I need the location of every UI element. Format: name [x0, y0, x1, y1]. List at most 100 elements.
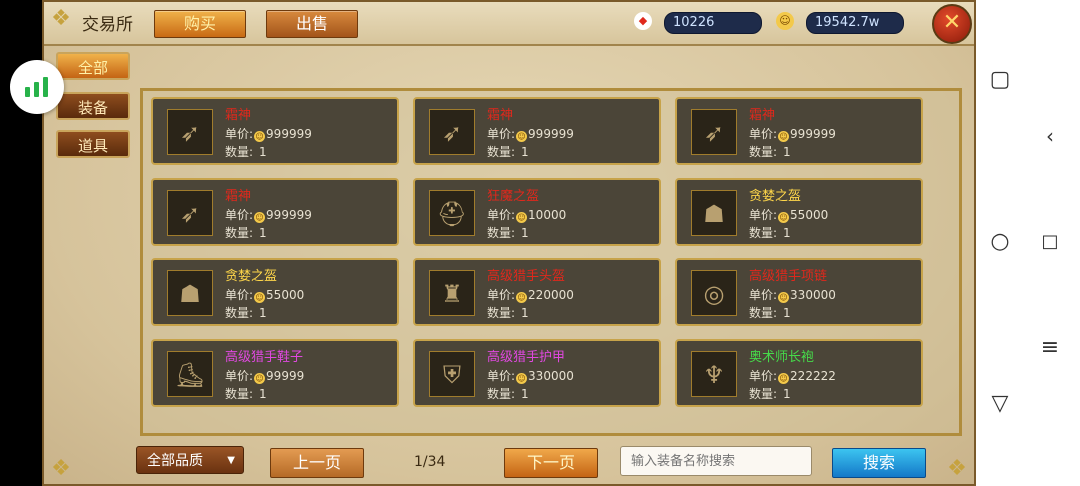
item-price: 单价: ☺ 99999: [225, 367, 304, 384]
quantity-value: 1: [259, 387, 267, 401]
close-icon: ✕: [942, 10, 962, 35]
item-name: 高级猎手项链: [749, 269, 828, 284]
price-label: 单价:: [487, 127, 516, 141]
item-quantity: 数量: 1: [225, 304, 267, 321]
network-signal-widget[interactable]: [10, 60, 64, 114]
price-label: 单价:: [487, 208, 516, 222]
quantity-value: 1: [783, 226, 791, 240]
gold-coin-icon: ☺: [516, 131, 528, 142]
item-quantity: 数量: 1: [749, 224, 791, 241]
category-all[interactable]: 全部: [56, 52, 130, 80]
quantity-label: 数量:: [487, 145, 516, 159]
item-name: 贪婪之盔: [749, 189, 802, 204]
price-value: 55000: [790, 208, 829, 222]
category-items[interactable]: 道具: [56, 130, 130, 158]
price-value: 999999: [266, 208, 312, 222]
quantity-label: 数量:: [749, 306, 778, 320]
helmet-icon: ⛑: [429, 190, 475, 236]
item-price: 单价: ☺ 330000: [749, 286, 836, 303]
item-card[interactable]: ➶ 霜神 单价: ☺ 999999 数量: 1: [151, 97, 399, 165]
item-grid: ➶ 霜神 单价: ☺ 999999 数量: 1 ➶ 霜神 单价: ☺ 999999 数量: 1…: [140, 88, 962, 436]
price-value: 220000: [528, 288, 574, 302]
item-card[interactable]: ⛑ 狂魔之盔 单价: ☺ 10000 数量: 1: [413, 178, 661, 246]
close-button[interactable]: ✕: [932, 4, 972, 44]
item-card[interactable]: ◎ 高级猎手项链 单价: ☺ 330000 数量: 1: [675, 258, 923, 326]
quantity-value: 1: [521, 145, 529, 159]
back-arrow-icon[interactable]: ‹: [1030, 116, 1070, 156]
category-equipment[interactable]: 装备: [56, 92, 130, 120]
price-label: 单价:: [487, 288, 516, 302]
prev-page-button[interactable]: 上一页: [270, 448, 364, 478]
item-card[interactable]: ➶ 霜神 单价: ☺ 999999 数量: 1: [151, 178, 399, 246]
gold-coin-icon: ☺: [254, 292, 266, 303]
quantity-value: 1: [783, 306, 791, 320]
item-name: 狂魔之盔: [487, 189, 540, 204]
horned-helmet-icon: ♜: [429, 270, 475, 316]
quantity-value: 1: [521, 226, 529, 240]
item-name: 贪婪之盔: [225, 269, 278, 284]
item-quantity: 数量: 1: [225, 385, 267, 402]
crossbow-icon: ➶: [691, 109, 737, 155]
ornament-icon: ❖: [51, 6, 71, 31]
quantity-label: 数量:: [225, 306, 254, 320]
ornament-icon: ❖: [51, 456, 71, 481]
price-label: 单价:: [749, 208, 778, 222]
crossbow-icon: ➶: [167, 109, 213, 155]
item-card[interactable]: ♜ 高级猎手头盔 单价: ☺ 220000 数量: 1: [413, 258, 661, 326]
item-quantity: 数量: 1: [487, 143, 529, 160]
item-name: 霜神: [487, 108, 514, 123]
exchange-window: ❖ 交易所 购买 出售 ◆ 10226 ☺ 19542.7w ✕ 全部 装备 道…: [42, 0, 976, 486]
menu-icon[interactable]: ≡: [1030, 328, 1070, 368]
item-card[interactable]: ♆ 奥术师长袍 单价: ☺ 222222 数量: 1: [675, 339, 923, 407]
item-name: 霜神: [749, 108, 776, 123]
price-label: 单价:: [749, 288, 778, 302]
gold-coin-icon: ☺: [778, 292, 790, 303]
search-button[interactable]: 搜索: [832, 448, 926, 478]
item-quantity: 数量: 1: [487, 224, 529, 241]
chevron-down-icon: ▼: [227, 455, 235, 466]
item-card[interactable]: ➶ 霜神 单价: ☺ 999999 数量: 1: [675, 97, 923, 165]
quantity-label: 数量:: [749, 145, 778, 159]
quantity-value: 1: [259, 306, 267, 320]
robe-icon: ♆: [691, 351, 737, 397]
quantity-value: 1: [521, 387, 529, 401]
item-card[interactable]: ⛨ 高级猎手护甲 单价: ☺ 330000 数量: 1: [413, 339, 661, 407]
price-value: 99999: [266, 369, 305, 383]
quantity-value: 1: [259, 145, 267, 159]
page-title: 交易所: [82, 15, 133, 35]
item-price: 单价: ☺ 220000: [487, 286, 574, 303]
item-quantity: 数量: 1: [225, 143, 267, 160]
gold-coin-icon: ☺: [778, 212, 790, 223]
quantity-value: 1: [783, 387, 791, 401]
gold-coin-icon: ☺: [516, 212, 528, 223]
tab-buy[interactable]: 购买: [154, 10, 246, 38]
tab-sell[interactable]: 出售: [266, 10, 358, 38]
price-label: 单价:: [225, 127, 254, 141]
item-card[interactable]: ☗ 贪婪之盔 单价: ☺ 55000 数量: 1: [675, 178, 923, 246]
hood-icon: ☗: [167, 270, 213, 316]
price-value: 330000: [528, 369, 574, 383]
item-card[interactable]: ➶ 霜神 单价: ☺ 999999 数量: 1: [413, 97, 661, 165]
back-triangle-icon[interactable]: ▽: [980, 384, 1020, 424]
item-price: 单价: ☺ 222222: [749, 367, 836, 384]
android-nav-bar: ▢ ‹ ○ □ ≡ ▽: [976, 0, 1080, 486]
recent-apps-icon[interactable]: ▢: [980, 60, 1020, 100]
next-page-button[interactable]: 下一页: [504, 448, 598, 478]
item-name: 霜神: [225, 189, 252, 204]
item-price: 单价: ☺ 55000: [225, 286, 304, 303]
search-input[interactable]: [620, 446, 812, 476]
price-label: 单价:: [225, 369, 254, 383]
square-icon[interactable]: □: [1030, 222, 1070, 262]
gold-coin-icon: ☺: [254, 212, 266, 223]
quality-dropdown[interactable]: 全部品质 ▼: [136, 446, 244, 474]
quantity-label: 数量:: [487, 226, 516, 240]
quantity-label: 数量:: [749, 226, 778, 240]
boots-icon: ⛸: [167, 351, 213, 397]
item-price: 单价: ☺ 999999: [749, 125, 836, 142]
item-card[interactable]: ☗ 贪婪之盔 单价: ☺ 55000 数量: 1: [151, 258, 399, 326]
item-quantity: 数量: 1: [487, 385, 529, 402]
item-card[interactable]: ⛸ 高级猎手鞋子 单价: ☺ 99999 数量: 1: [151, 339, 399, 407]
crossbow-icon: ➶: [429, 109, 475, 155]
home-icon[interactable]: ○: [980, 222, 1020, 262]
ring-icon: ◎: [691, 270, 737, 316]
